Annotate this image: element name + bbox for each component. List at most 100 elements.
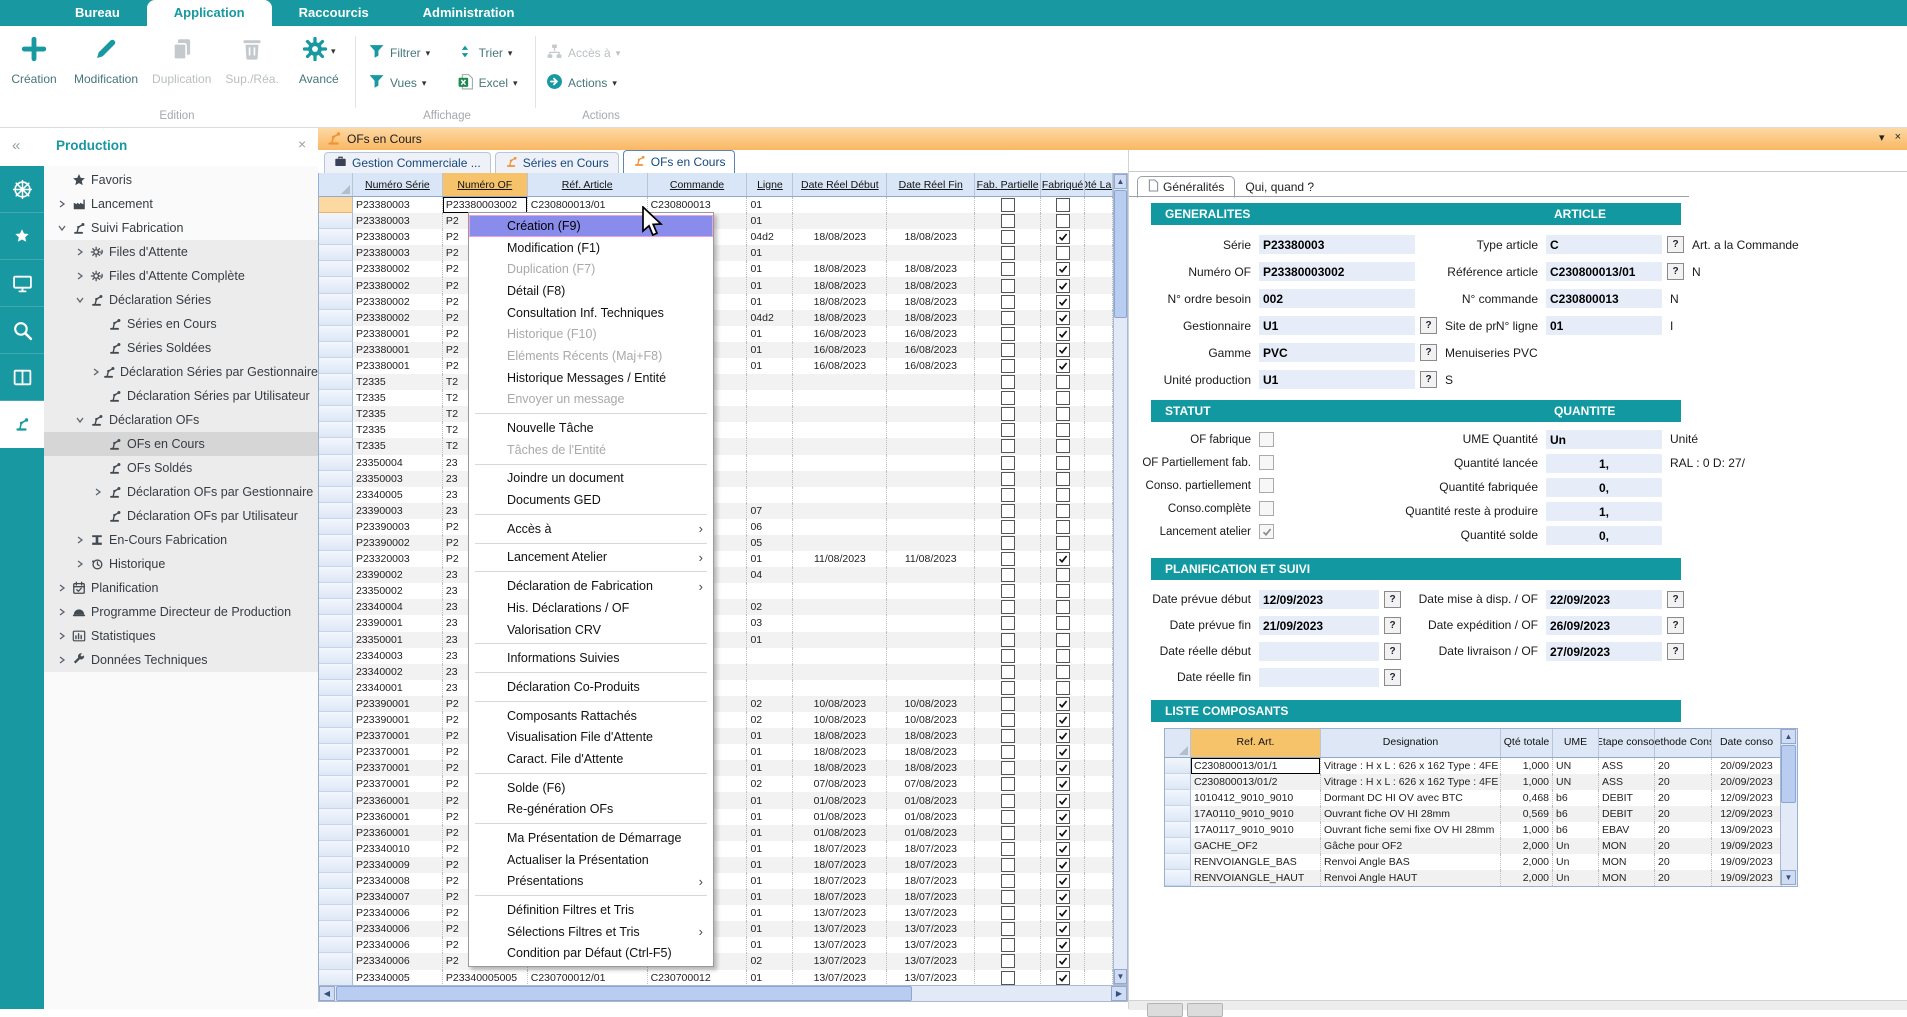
- cell-sel[interactable]: [319, 519, 353, 535]
- cell-serie[interactable]: P23340006: [353, 905, 443, 921]
- excel-button[interactable]: Excel▾: [457, 68, 526, 98]
- cell-sel[interactable]: [319, 535, 353, 551]
- scrollbar-thumb[interactable]: [1781, 745, 1796, 803]
- cell-ref-art[interactable]: RENVOIANGLE_HAUT: [1191, 870, 1321, 886]
- cell-sel[interactable]: [319, 487, 353, 503]
- cell-d1[interactable]: 16/08/2023: [793, 326, 887, 342]
- checked-checkbox-icon[interactable]: [1056, 810, 1070, 824]
- cell-ligne[interactable]: [747, 438, 793, 454]
- n-commande-field[interactable]: C230800013: [1546, 289, 1662, 308]
- cell-d1[interactable]: 18/07/2023: [793, 841, 887, 857]
- sidebar-item-declaration-ofs-par-gestionnaire[interactable]: Déclaration OFs par Gestionnaire: [44, 480, 318, 504]
- cell-date-conso[interactable]: 19/09/2023: [1712, 838, 1782, 854]
- cell-d1[interactable]: 18/08/2023: [793, 310, 887, 326]
- cell-ligne[interactable]: 01: [747, 792, 793, 808]
- cell-qte[interactable]: [1085, 776, 1113, 792]
- cell-fp[interactable]: [975, 503, 1041, 519]
- date-reelle-fin-field[interactable]: [1259, 668, 1379, 687]
- unchecked-checkbox-icon[interactable]: [1056, 246, 1070, 260]
- rail-search-icon[interactable]: [0, 307, 44, 354]
- cell-ligne[interactable]: 01: [747, 294, 793, 310]
- cell-fp[interactable]: [975, 632, 1041, 648]
- unchecked-checkbox-icon[interactable]: [1056, 536, 1070, 550]
- cell-fab[interactable]: [1041, 535, 1085, 551]
- cell-qte-totale[interactable]: 1,000: [1501, 822, 1553, 838]
- unchecked-checkbox-icon[interactable]: [1056, 649, 1070, 663]
- cell-date-conso[interactable]: 13/09/2023: [1712, 822, 1782, 838]
- cell-serie[interactable]: P23390001: [353, 712, 443, 728]
- cell-fp[interactable]: [975, 648, 1041, 664]
- menu-item-condition-par-defaut-ctrl-f5[interactable]: Condition par Défaut (Ctrl-F5): [469, 943, 713, 965]
- column-header-qte-totale[interactable]: Qté totale: [1501, 729, 1553, 757]
- cell-fab[interactable]: [1041, 680, 1085, 696]
- cell-d2[interactable]: [887, 438, 975, 454]
- cell-qte[interactable]: [1085, 841, 1113, 857]
- cell-qte[interactable]: [1085, 503, 1113, 519]
- cell-ligne[interactable]: 01: [747, 825, 793, 841]
- gamme-field[interactable]: PVC: [1259, 343, 1415, 362]
- cell-d1[interactable]: 07/08/2023: [793, 776, 887, 792]
- cell-d2[interactable]: 01/08/2023: [887, 825, 975, 841]
- cell-d2[interactable]: [887, 374, 975, 390]
- cell-sel[interactable]: [319, 277, 353, 293]
- cell-sel[interactable]: [319, 599, 353, 615]
- cell-sel[interactable]: [319, 503, 353, 519]
- cell-serie[interactable]: P23380002: [353, 277, 443, 293]
- table-row[interactable]: C230800013/01/1Vitrage : H x L : 626 x 1…: [1165, 758, 1797, 774]
- cell-sel[interactable]: [319, 422, 353, 438]
- date-prevue-fin-field[interactable]: 21/09/2023: [1259, 616, 1379, 635]
- cell-sel[interactable]: [319, 326, 353, 342]
- cell-serie[interactable]: P23360001: [353, 809, 443, 825]
- cell-fab[interactable]: [1041, 889, 1085, 905]
- unchecked-checkbox-icon[interactable]: [1001, 842, 1015, 856]
- cell-qte[interactable]: [1085, 953, 1113, 969]
- cell-qte[interactable]: [1085, 857, 1113, 873]
- cell-qte-totale[interactable]: 2,000: [1501, 854, 1553, 870]
- chevron-right-icon[interactable]: [54, 656, 69, 664]
- cell-qte[interactable]: [1085, 422, 1113, 438]
- cell-sel[interactable]: [319, 213, 353, 229]
- cell-serie[interactable]: P23340010: [353, 841, 443, 857]
- cell-d1[interactable]: 18/07/2023: [793, 873, 887, 889]
- sidebar-item-declaration-series-par-utilisateur[interactable]: Déclaration Séries par Utilisateur: [44, 384, 318, 408]
- cell-d1[interactable]: 18/07/2023: [793, 889, 887, 905]
- cell-d1[interactable]: [793, 664, 887, 680]
- cell-designation[interactable]: Renvoi Angle HAUT: [1321, 870, 1501, 886]
- cell-qte[interactable]: [1085, 551, 1113, 567]
- sidebar-item-en-cours-fabrication[interactable]: En-Cours Fabrication: [44, 528, 318, 552]
- cell-ligne[interactable]: 01: [747, 342, 793, 358]
- cell-fab[interactable]: [1041, 406, 1085, 422]
- cell-designation[interactable]: Gâche pour OF2: [1321, 838, 1501, 854]
- unchecked-checkbox-icon[interactable]: [1259, 478, 1274, 493]
- cell-ligne[interactable]: 02: [747, 776, 793, 792]
- n-ligne-field[interactable]: 01: [1546, 316, 1662, 335]
- cell-fab[interactable]: [1041, 632, 1085, 648]
- unchecked-checkbox-icon[interactable]: [1001, 488, 1015, 502]
- cell-fab[interactable]: [1041, 664, 1085, 680]
- cell-sel[interactable]: [319, 792, 353, 808]
- menu-item-historique-messages-entite[interactable]: Historique Messages / Entité: [469, 367, 713, 389]
- statusbar-button[interactable]: [1187, 1003, 1223, 1017]
- unchecked-checkbox-icon[interactable]: [1001, 761, 1015, 775]
- help-button[interactable]: ?: [1420, 344, 1437, 361]
- unite-production-field[interactable]: U1: [1259, 370, 1415, 389]
- cell-serie[interactable]: P23390003: [353, 519, 443, 535]
- vues-button[interactable]: Vues▾: [368, 68, 439, 98]
- table-row[interactable]: T2335T2: [319, 438, 1113, 454]
- unchecked-checkbox-icon[interactable]: [1056, 198, 1070, 212]
- help-button[interactable]: ?: [1667, 236, 1684, 253]
- checked-checkbox-icon[interactable]: [1056, 729, 1070, 743]
- menu-item-modification-f1[interactable]: Modification (F1): [469, 237, 713, 259]
- cell-methode-conso[interactable]: 20: [1655, 838, 1712, 854]
- cell-date-conso[interactable]: 19/09/2023: [1712, 854, 1782, 870]
- cell-sel[interactable]: [319, 551, 353, 567]
- table-row[interactable]: P23340010P20118/07/202318/07/2023: [319, 841, 1113, 857]
- cell-d2[interactable]: [887, 664, 975, 680]
- checked-checkbox-icon[interactable]: [1056, 922, 1070, 936]
- cell-serie[interactable]: P23360001: [353, 792, 443, 808]
- rail-robot-icon[interactable]: [0, 401, 44, 448]
- cell-serie[interactable]: P23380003: [353, 197, 443, 213]
- unchecked-checkbox-icon[interactable]: [1001, 198, 1015, 212]
- cell-fp[interactable]: [975, 229, 1041, 245]
- cell-fab[interactable]: [1041, 857, 1085, 873]
